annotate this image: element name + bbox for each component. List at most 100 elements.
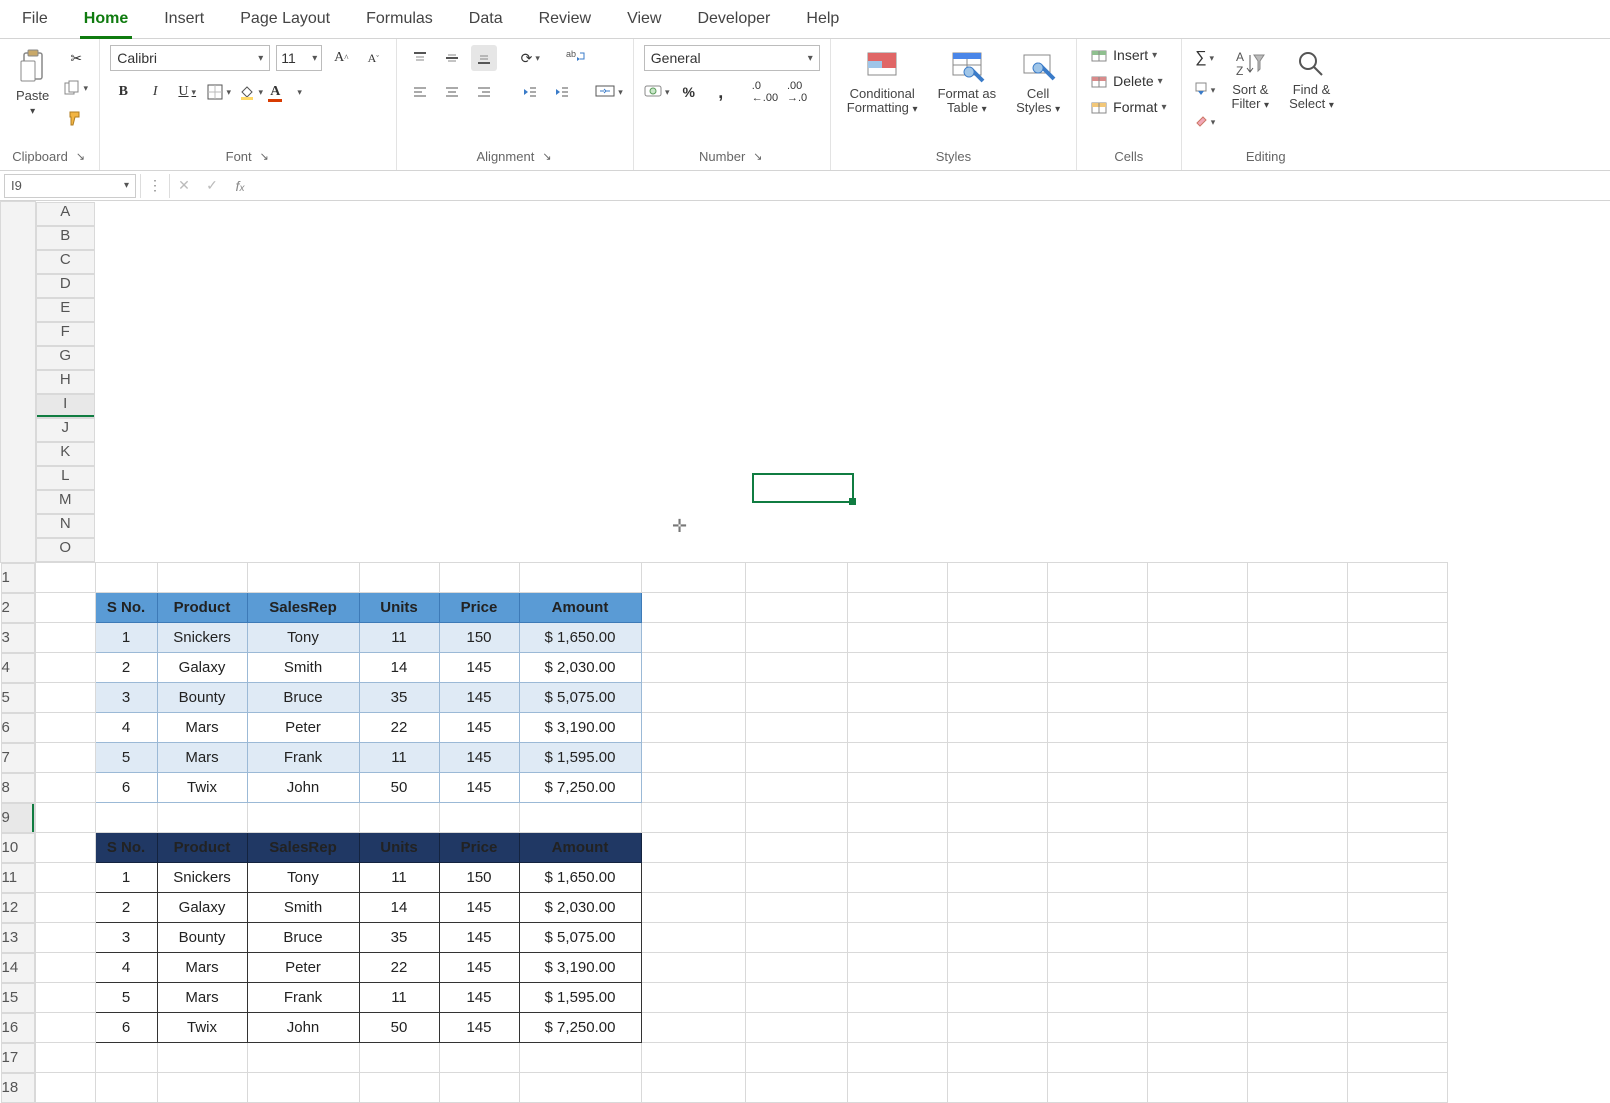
- font-color-button[interactable]: A: [270, 79, 302, 105]
- cell-E16[interactable]: 50: [359, 1013, 439, 1043]
- col-header-C[interactable]: C: [36, 250, 96, 274]
- cell-F7[interactable]: 145: [439, 743, 519, 773]
- cell-E11[interactable]: 11: [359, 863, 439, 893]
- cell-G2[interactable]: Amount: [519, 593, 641, 623]
- cell-O13[interactable]: [1347, 923, 1447, 953]
- cell-E6[interactable]: 22: [359, 713, 439, 743]
- merge-center-button[interactable]: [595, 79, 623, 105]
- cell-G10[interactable]: Amount: [519, 833, 641, 863]
- cell-I12[interactable]: [745, 893, 847, 923]
- cell-G7[interactable]: $ 1,595.00: [519, 743, 641, 773]
- wrap-text-button[interactable]: ab: [563, 45, 589, 71]
- number-format-select[interactable]: General▾: [644, 45, 820, 71]
- cell-C7[interactable]: Mars: [157, 743, 247, 773]
- cell-E12[interactable]: 14: [359, 893, 439, 923]
- col-header-F[interactable]: F: [36, 322, 96, 346]
- cell-J8[interactable]: [847, 773, 947, 803]
- cell-N18[interactable]: [1247, 1073, 1347, 1103]
- cell-M17[interactable]: [1147, 1043, 1247, 1073]
- cell-N4[interactable]: [1247, 653, 1347, 683]
- row-header-8[interactable]: 8: [1, 773, 35, 803]
- cell-K6[interactable]: [947, 713, 1047, 743]
- cell-F15[interactable]: 145: [439, 983, 519, 1013]
- cell-J16[interactable]: [847, 1013, 947, 1043]
- bold-button[interactable]: B: [110, 79, 136, 105]
- cell-F17[interactable]: [439, 1043, 519, 1073]
- cell-O6[interactable]: [1347, 713, 1447, 743]
- cell-L13[interactable]: [1047, 923, 1147, 953]
- row-header-18[interactable]: 18: [1, 1073, 35, 1103]
- cell-I8[interactable]: [745, 773, 847, 803]
- cell-B6[interactable]: 4: [95, 713, 157, 743]
- cell-C2[interactable]: Product: [157, 593, 247, 623]
- cell-J12[interactable]: [847, 893, 947, 923]
- alignment-launcher[interactable]: ↘: [540, 150, 553, 163]
- cell-A7[interactable]: [35, 743, 95, 773]
- cut-button[interactable]: ✂: [63, 45, 89, 71]
- paste-button[interactable]: Paste▾: [10, 45, 55, 122]
- cell-C3[interactable]: Snickers: [157, 623, 247, 653]
- cell-E13[interactable]: 35: [359, 923, 439, 953]
- cell-A8[interactable]: [35, 773, 95, 803]
- cell-J6[interactable]: [847, 713, 947, 743]
- cell-C1[interactable]: [157, 562, 247, 593]
- cell-A10[interactable]: [35, 833, 95, 863]
- cell-O12[interactable]: [1347, 893, 1447, 923]
- cell-C10[interactable]: Product: [157, 833, 247, 863]
- cell-D8[interactable]: John: [247, 773, 359, 803]
- cell-E2[interactable]: Units: [359, 593, 439, 623]
- cell-A12[interactable]: [35, 893, 95, 923]
- cell-C12[interactable]: Galaxy: [157, 893, 247, 923]
- fill-color-button[interactable]: [238, 79, 264, 105]
- cell-O17[interactable]: [1347, 1043, 1447, 1073]
- cell-M12[interactable]: [1147, 893, 1247, 923]
- cell-L18[interactable]: [1047, 1073, 1147, 1103]
- cancel-formula-button[interactable]: ✕: [170, 177, 198, 194]
- cell-H13[interactable]: [641, 923, 745, 953]
- cell-K10[interactable]: [947, 833, 1047, 863]
- cell-F11[interactable]: 150: [439, 863, 519, 893]
- cell-A17[interactable]: [35, 1043, 95, 1073]
- cell-O3[interactable]: [1347, 623, 1447, 653]
- autosum-button[interactable]: ∑: [1192, 45, 1218, 71]
- cell-M7[interactable]: [1147, 743, 1247, 773]
- cell-N6[interactable]: [1247, 713, 1347, 743]
- cell-K15[interactable]: [947, 983, 1047, 1013]
- cell-H16[interactable]: [641, 1013, 745, 1043]
- cell-K18[interactable]: [947, 1073, 1047, 1103]
- cell-M11[interactable]: [1147, 863, 1247, 893]
- cell-H6[interactable]: [641, 713, 745, 743]
- col-header-B[interactable]: B: [36, 226, 96, 250]
- cell-J7[interactable]: [847, 743, 947, 773]
- cell-C8[interactable]: Twix: [157, 773, 247, 803]
- col-header-D[interactable]: D: [36, 274, 96, 298]
- cell-F5[interactable]: 145: [439, 683, 519, 713]
- cell-J4[interactable]: [847, 653, 947, 683]
- cell-G11[interactable]: $ 1,650.00: [519, 863, 641, 893]
- cell-K3[interactable]: [947, 623, 1047, 653]
- cell-K1[interactable]: [947, 562, 1047, 593]
- cell-F3[interactable]: 150: [439, 623, 519, 653]
- cell-O1[interactable]: [1347, 562, 1447, 593]
- row-header-11[interactable]: 11: [1, 863, 35, 893]
- cell-O18[interactable]: [1347, 1073, 1447, 1103]
- cell-J11[interactable]: [847, 863, 947, 893]
- cell-B3[interactable]: 1: [95, 623, 157, 653]
- cell-N14[interactable]: [1247, 953, 1347, 983]
- cell-A11[interactable]: [35, 863, 95, 893]
- underline-button[interactable]: U: [174, 79, 200, 105]
- cell-E15[interactable]: 11: [359, 983, 439, 1013]
- cell-F4[interactable]: 145: [439, 653, 519, 683]
- align-bottom-button[interactable]: [471, 45, 497, 71]
- cell-B12[interactable]: 2: [95, 893, 157, 923]
- fx-button[interactable]: fx: [226, 178, 254, 194]
- cell-D10[interactable]: SalesRep: [247, 833, 359, 863]
- cell-L1[interactable]: [1047, 562, 1147, 593]
- col-header-A[interactable]: A: [36, 202, 96, 226]
- cell-O5[interactable]: [1347, 683, 1447, 713]
- tab-developer[interactable]: Developer: [693, 4, 774, 38]
- row-header-10[interactable]: 10: [1, 833, 35, 863]
- cell-A18[interactable]: [35, 1073, 95, 1103]
- cell-F2[interactable]: Price: [439, 593, 519, 623]
- tab-review[interactable]: Review: [535, 4, 595, 38]
